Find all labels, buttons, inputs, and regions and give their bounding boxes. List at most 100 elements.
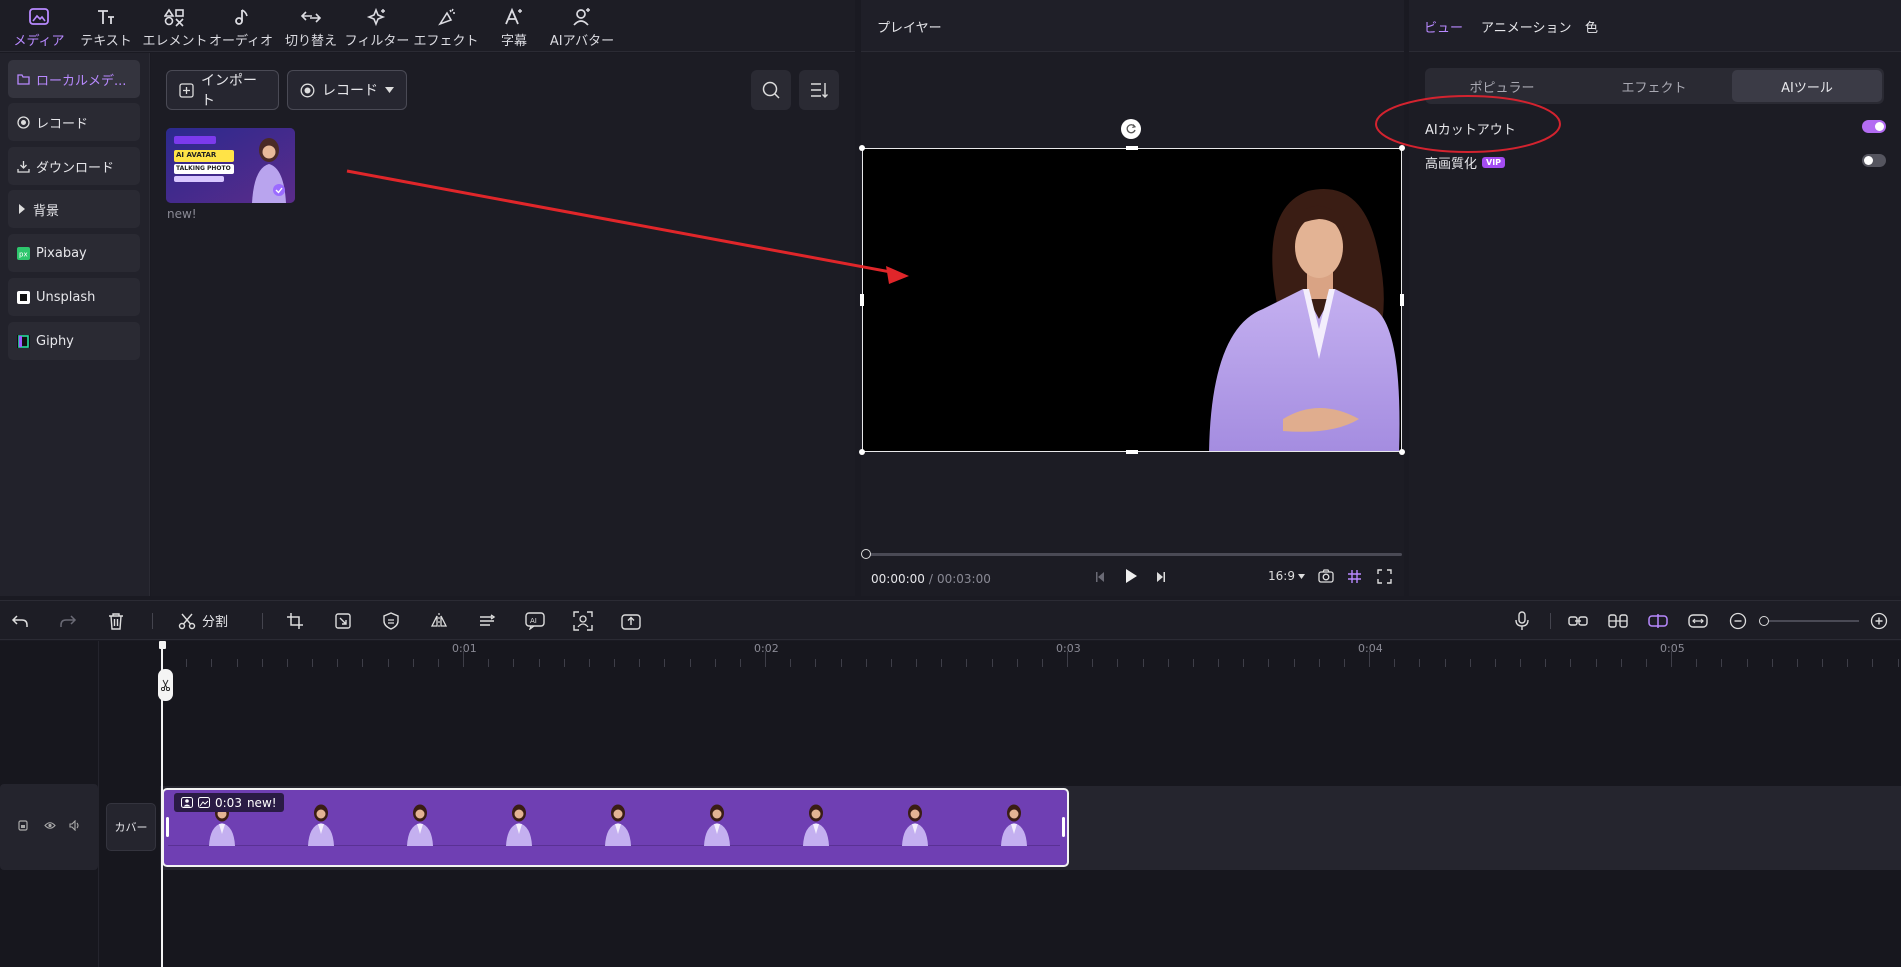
media-asset-thumbnail[interactable]: AI AVATAR TALKING PHOTO bbox=[166, 128, 295, 203]
grid-button[interactable] bbox=[1347, 569, 1362, 584]
prev-frame-icon bbox=[1094, 570, 1106, 584]
toolbar-audio-button[interactable]: オーディオ bbox=[208, 4, 274, 50]
aspect-ratio-select[interactable]: 16:9 bbox=[1268, 569, 1305, 583]
unsplash-icon bbox=[17, 290, 30, 304]
toolbar-effect-button[interactable]: エフェクト bbox=[413, 4, 479, 50]
zoom-slider[interactable] bbox=[1762, 620, 1859, 622]
seek-knob[interactable] bbox=[861, 549, 871, 559]
toolbar-elements-label: エレメント bbox=[142, 34, 208, 49]
grid-icon bbox=[1347, 569, 1362, 584]
next-frame-button[interactable] bbox=[1155, 570, 1167, 584]
player-title: プレイヤー bbox=[877, 21, 942, 36]
media-asset-name: new! bbox=[167, 207, 197, 221]
preview-canvas[interactable] bbox=[862, 148, 1402, 452]
timeline-ruler[interactable]: 0:01 0:02 0:03 0:04 0:05 bbox=[161, 641, 1901, 667]
volume-icon[interactable] bbox=[69, 820, 81, 831]
seek-bar[interactable] bbox=[866, 553, 1402, 556]
current-time: 00:00:00 bbox=[871, 572, 925, 586]
resize-handle-bottom-right[interactable] bbox=[1399, 449, 1405, 455]
import-button[interactable]: インポート bbox=[166, 70, 279, 110]
shield-icon bbox=[382, 612, 400, 630]
export-frame-button[interactable] bbox=[620, 610, 642, 632]
link-button[interactable] bbox=[1567, 610, 1589, 632]
tab-view[interactable]: ビュー bbox=[1424, 17, 1463, 36]
sidebar-item-download[interactable]: ダウンロード bbox=[8, 147, 140, 185]
undo-button[interactable] bbox=[9, 610, 31, 632]
toolbar-ai-avatar-button[interactable]: AIアバター bbox=[546, 4, 618, 50]
sidebar-item-label: ダウンロード bbox=[36, 160, 115, 176]
delete-button[interactable] bbox=[105, 610, 127, 632]
playhead-top-marker[interactable] bbox=[159, 641, 166, 649]
playhead-split-handle[interactable] bbox=[158, 669, 173, 701]
fullscreen-button[interactable] bbox=[1377, 569, 1392, 584]
flip-button[interactable] bbox=[428, 610, 450, 632]
clip-trim-left-handle[interactable] bbox=[166, 817, 169, 837]
split-button[interactable]: 分割 bbox=[178, 611, 228, 630]
mask-button[interactable] bbox=[380, 610, 402, 632]
filter-icon bbox=[366, 4, 388, 30]
resize-button[interactable] bbox=[332, 610, 354, 632]
toolbar-filter-button[interactable]: フィルター bbox=[344, 4, 410, 50]
lock-icon[interactable] bbox=[18, 820, 28, 831]
resize-handle-top-left[interactable] bbox=[859, 145, 865, 151]
toolbar-filter-label: フィルター bbox=[344, 34, 410, 49]
tab-color[interactable]: 色 bbox=[1585, 17, 1598, 36]
snapshot-button[interactable] bbox=[1318, 569, 1334, 584]
sidebar-item-pixabay[interactable]: px Pixabay bbox=[8, 234, 140, 272]
microphone-button[interactable] bbox=[1511, 610, 1533, 632]
toolbar-transition-button[interactable]: 切り替え bbox=[283, 4, 339, 50]
sort-button[interactable] bbox=[799, 70, 839, 110]
crop-icon bbox=[286, 612, 304, 630]
resize-handle-top[interactable] bbox=[1126, 146, 1138, 150]
play-icon bbox=[1124, 568, 1138, 584]
zoom-slider-knob[interactable] bbox=[1759, 616, 1769, 626]
cover-button[interactable]: カバー bbox=[106, 803, 156, 851]
search-button[interactable] bbox=[751, 70, 791, 110]
video-clip[interactable] bbox=[162, 788, 1069, 867]
redo-button[interactable] bbox=[57, 610, 79, 632]
resize-handle-right[interactable] bbox=[1400, 294, 1404, 306]
ai-button[interactable]: AI bbox=[524, 610, 546, 632]
clip-duration: 0:03 bbox=[215, 795, 242, 810]
caption-icon bbox=[503, 4, 525, 30]
resize-handle-left[interactable] bbox=[860, 294, 864, 306]
zoom-in-button[interactable] bbox=[1868, 610, 1890, 632]
fit-timeline-button[interactable] bbox=[1687, 610, 1709, 632]
import-label: インポート bbox=[201, 73, 257, 109]
record-icon bbox=[300, 83, 315, 98]
clip-trim-right-handle[interactable] bbox=[1062, 817, 1065, 837]
resize-handle-bottom-left[interactable] bbox=[859, 449, 865, 455]
segment-effect[interactable]: エフェクト bbox=[1579, 70, 1729, 102]
ai-cutout-toggle[interactable] bbox=[1862, 120, 1886, 133]
crop-button[interactable] bbox=[284, 610, 306, 632]
resize-handle-top-right[interactable] bbox=[1399, 145, 1405, 151]
resize-icon bbox=[334, 612, 352, 630]
sidebar-item-giphy[interactable]: Giphy bbox=[8, 322, 140, 360]
eye-icon[interactable] bbox=[44, 821, 56, 830]
prev-frame-button[interactable] bbox=[1094, 570, 1106, 584]
toolbar-text-button[interactable]: テキスト bbox=[80, 4, 132, 50]
upscale-toggle[interactable] bbox=[1862, 154, 1886, 167]
record-dropdown-button[interactable]: レコード bbox=[287, 70, 407, 110]
tab-animation[interactable]: アニメーション bbox=[1481, 17, 1571, 36]
rotate-handle[interactable] bbox=[1121, 119, 1141, 139]
speed-button[interactable] bbox=[476, 610, 498, 632]
sidebar-item-record[interactable]: レコード bbox=[8, 103, 140, 141]
segment-ai-tools[interactable]: AIツール bbox=[1732, 70, 1882, 102]
caret-down-icon bbox=[385, 87, 394, 93]
sidebar-item-background[interactable]: 背景 bbox=[8, 190, 140, 228]
sidebar-item-local-media[interactable]: ローカルメデ... bbox=[8, 60, 140, 98]
segment-popular[interactable]: ポピュラー bbox=[1427, 70, 1577, 102]
sidebar-item-unsplash[interactable]: Unsplash bbox=[8, 278, 140, 316]
play-button[interactable] bbox=[1124, 568, 1138, 584]
toolbar-elements-button[interactable]: エレメント bbox=[142, 4, 208, 50]
cutout-button[interactable] bbox=[572, 610, 594, 632]
zoom-out-button[interactable] bbox=[1727, 610, 1749, 632]
preview-axis-button[interactable] bbox=[1647, 610, 1669, 632]
download-icon bbox=[17, 160, 30, 173]
snap-button[interactable] bbox=[1607, 610, 1629, 632]
toolbar-media-button[interactable]: メディア bbox=[10, 4, 68, 50]
toolbar-caption-button[interactable]: 字幕 bbox=[497, 4, 531, 50]
resize-handle-bottom[interactable] bbox=[1126, 450, 1138, 454]
time-separator: / bbox=[928, 572, 933, 586]
